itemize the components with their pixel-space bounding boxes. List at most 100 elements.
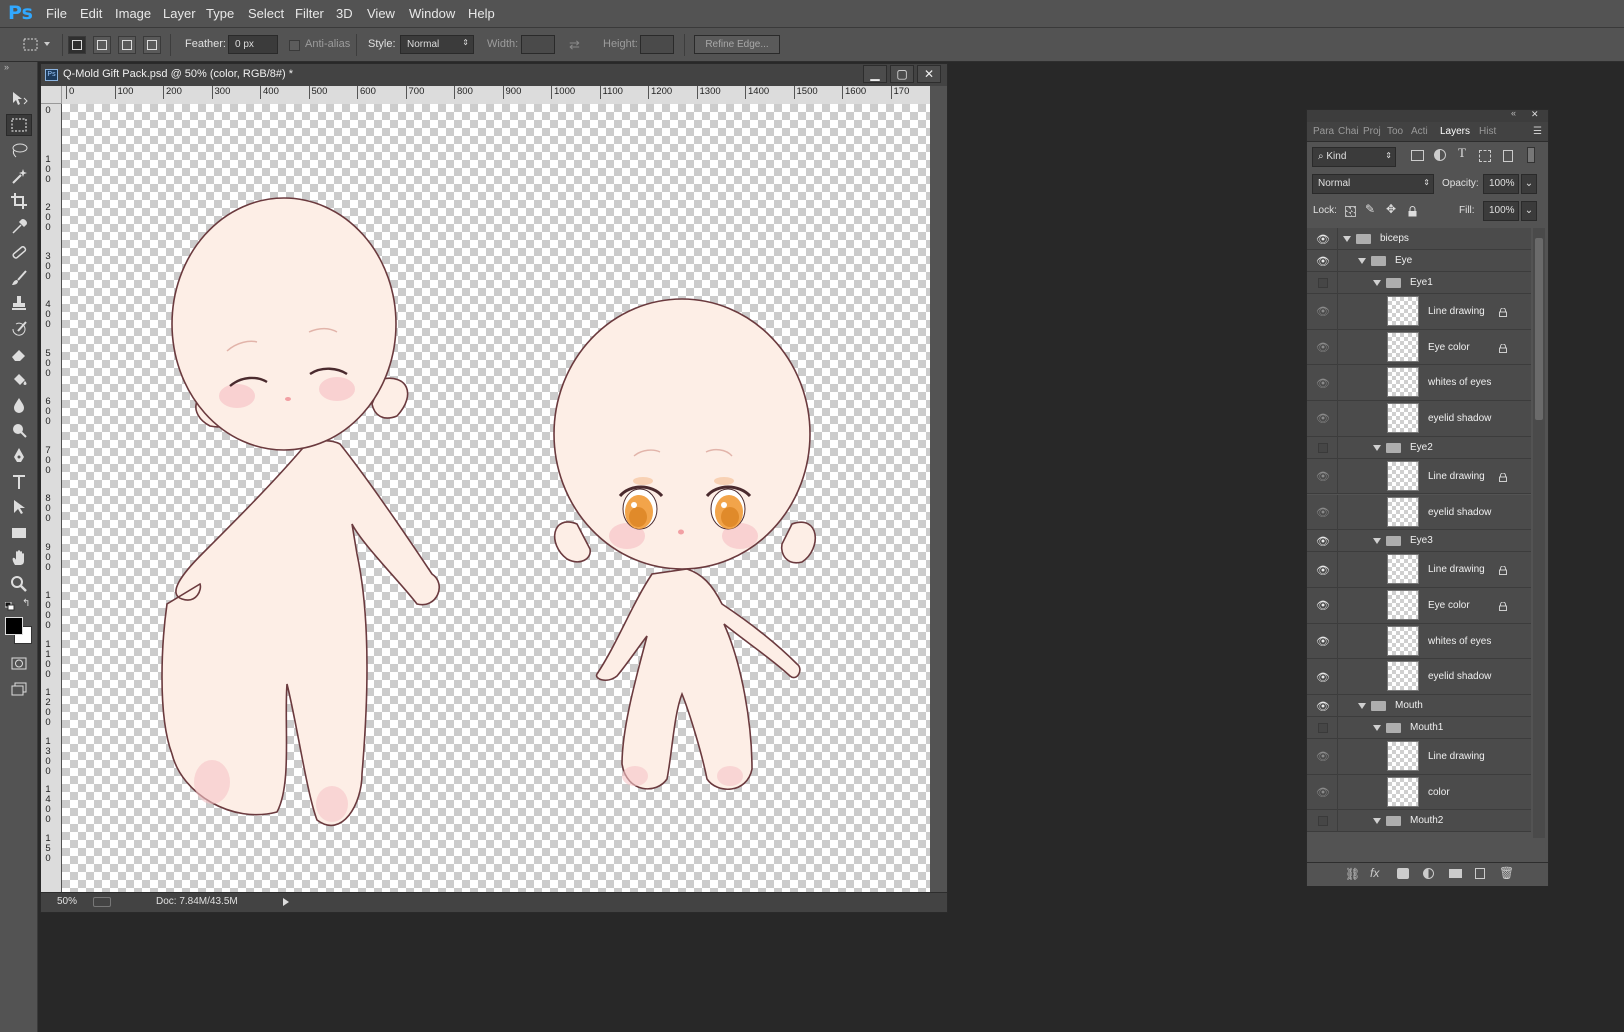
layer-row[interactable]: 👁 Line drawing — [1307, 294, 1531, 330]
expand-arrow-icon[interactable] — [1373, 725, 1381, 731]
healing-brush-tool-icon[interactable] — [6, 241, 32, 263]
menu-image[interactable]: Image — [115, 6, 151, 21]
visibility-toggle[interactable]: 👁 — [1315, 588, 1331, 624]
height-input[interactable] — [640, 35, 674, 54]
hand-tool-icon[interactable] — [6, 547, 32, 569]
visibility-toggle[interactable]: 👁 — [1315, 495, 1331, 531]
expand-arrow-icon[interactable] — [1373, 538, 1381, 545]
new-selection-button[interactable] — [68, 36, 86, 54]
layer-group-row[interactable]: Mouth2 — [1307, 810, 1531, 833]
default-colors-icon[interactable] — [4, 600, 15, 611]
fill-input[interactable]: 100% — [1483, 201, 1519, 221]
intersect-selection-button[interactable] — [143, 36, 161, 54]
new-group-icon[interactable] — [1449, 869, 1462, 878]
visibility-toggle[interactable]: 👁 — [1315, 695, 1331, 717]
visibility-toggle[interactable] — [1315, 717, 1331, 739]
filter-shape-icon[interactable] — [1479, 150, 1491, 162]
antialias-checkbox[interactable] — [289, 40, 300, 51]
visibility-toggle[interactable]: 👁 — [1315, 401, 1331, 437]
visibility-toggle[interactable] — [1315, 272, 1331, 294]
layer-row[interactable]: 👁 whites of eyes — [1307, 365, 1531, 402]
preset-dropdown-icon[interactable] — [44, 42, 50, 46]
layer-group-row[interactable]: 👁 Eye — [1307, 250, 1531, 272]
magic-wand-tool-icon[interactable] — [6, 165, 32, 187]
quick-mask-icon[interactable] — [6, 652, 32, 674]
ruler-origin[interactable] — [41, 86, 62, 104]
filter-pixel-icon[interactable] — [1411, 150, 1424, 161]
layer-group-row[interactable]: 👁 biceps — [1307, 228, 1531, 250]
close-button[interactable]: ✕ — [917, 65, 941, 83]
menu-edit[interactable]: Edit — [80, 6, 102, 21]
close-panel-icon[interactable]: ✕ — [1531, 109, 1539, 120]
expand-arrow-icon[interactable] — [1373, 818, 1381, 825]
visibility-toggle[interactable] — [1315, 810, 1331, 832]
filter-adjustment-icon[interactable] — [1434, 149, 1446, 161]
layers-scrollbar[interactable] — [1533, 228, 1545, 838]
layer-row[interactable]: 👁 eyelid shadow — [1307, 494, 1531, 531]
new-layer-icon[interactable] — [1475, 868, 1485, 879]
zoom-level[interactable]: 50% — [57, 896, 77, 907]
fill-dropdown-icon[interactable]: ⌄ — [1521, 201, 1537, 221]
layer-row[interactable]: 👁 eyelid shadow — [1307, 401, 1531, 437]
lock-pixels-icon[interactable]: ✎ — [1365, 202, 1375, 216]
marquee-preset-icon[interactable] — [22, 36, 40, 54]
type-tool-icon[interactable] — [6, 471, 32, 493]
menu-filter[interactable]: Filter — [295, 6, 324, 21]
tab-layers[interactable]: Layers — [1440, 126, 1470, 137]
visibility-toggle[interactable]: 👁 — [1315, 228, 1331, 250]
opacity-dropdown-icon[interactable]: ⌄ — [1521, 174, 1537, 194]
path-selection-tool-icon[interactable] — [6, 496, 32, 518]
horizontal-ruler[interactable]: 0 100 200 300 400 500 600 700 800 900 1000 1100 1200… — [62, 86, 930, 104]
tab-para[interactable]: Para — [1313, 126, 1334, 137]
subtract-selection-button[interactable] — [118, 36, 136, 54]
menu-view[interactable]: View — [367, 6, 395, 21]
adjustment-layer-icon[interactable] — [1423, 868, 1434, 879]
rectangle-tool-icon[interactable] — [6, 522, 32, 544]
eyedropper-tool-icon[interactable] — [6, 216, 32, 238]
visibility-toggle[interactable]: 👁 — [1315, 624, 1331, 660]
link-layers-icon[interactable]: ⛓ — [1345, 867, 1360, 881]
swap-colors-icon[interactable]: ↰ — [22, 598, 30, 609]
layer-group-row[interactable]: Mouth1 — [1307, 717, 1531, 739]
paint-bucket-tool-icon[interactable] — [6, 369, 32, 391]
lock-position-icon[interactable]: ✥ — [1386, 202, 1396, 216]
eraser-tool-icon[interactable] — [6, 343, 32, 365]
collapse-icon[interactable]: » — [4, 62, 9, 72]
visibility-toggle[interactable]: 👁 — [1315, 459, 1331, 495]
dodge-tool-icon[interactable] — [6, 420, 32, 442]
vertical-scrollbar[interactable] — [930, 104, 947, 904]
tab-acti[interactable]: Acti — [1411, 126, 1428, 137]
foreground-color-swatch[interactable] — [5, 617, 23, 635]
layer-row[interactable]: 👁 eyelid shadow — [1307, 659, 1531, 695]
screen-mode-icon[interactable] — [6, 678, 32, 700]
expand-arrow-icon[interactable] — [1358, 258, 1366, 264]
blend-mode-select[interactable]: Normal ⇕ — [1312, 174, 1434, 194]
vertical-ruler[interactable]: 0 1 0 0 2 0 0 3 0 0 4 0 0 5 0 0 6 0 0 7 0 0 8 0 … — [41, 104, 61, 904]
layer-row[interactable]: 👁 Line drawing — [1307, 552, 1531, 588]
visibility-toggle[interactable]: 👁 — [1315, 739, 1331, 775]
layer-group-row[interactable]: 👁 Mouth — [1307, 695, 1531, 717]
filter-toggle[interactable] — [1527, 147, 1535, 163]
opacity-input[interactable]: 100% — [1483, 174, 1519, 194]
clone-stamp-tool-icon[interactable] — [6, 292, 32, 314]
layer-row[interactable]: 👁 Eye color — [1307, 329, 1531, 366]
visibility-toggle[interactable]: 👁 — [1315, 365, 1331, 401]
tab-hist[interactable]: Hist — [1479, 126, 1496, 137]
crop-tool-icon[interactable] — [6, 190, 32, 212]
menu-select[interactable]: Select — [248, 6, 284, 21]
menu-window[interactable]: Window — [409, 6, 455, 21]
refine-edge-button[interactable]: Refine Edge... — [694, 35, 780, 54]
layer-group-row[interactable]: Eye2 — [1307, 436, 1531, 459]
marquee-tool-icon[interactable] — [6, 113, 32, 136]
delete-layer-icon[interactable]: 🗑 — [1499, 866, 1514, 880]
visibility-toggle[interactable]: 👁 — [1315, 552, 1331, 588]
layer-row[interactable]: 👁 whites of eyes — [1307, 623, 1531, 660]
visibility-toggle[interactable]: 👁 — [1315, 775, 1331, 811]
history-brush-tool-icon[interactable] — [6, 318, 32, 340]
minimize-button[interactable]: ▁ — [863, 65, 887, 83]
expand-arrow-icon[interactable] — [1343, 236, 1351, 242]
expand-arrow-icon[interactable] — [1358, 703, 1366, 709]
canvas[interactable] — [62, 104, 930, 904]
layer-row[interactable]: 👁 color — [1307, 774, 1531, 811]
layer-row[interactable]: 👁 Line drawing — [1307, 739, 1531, 775]
